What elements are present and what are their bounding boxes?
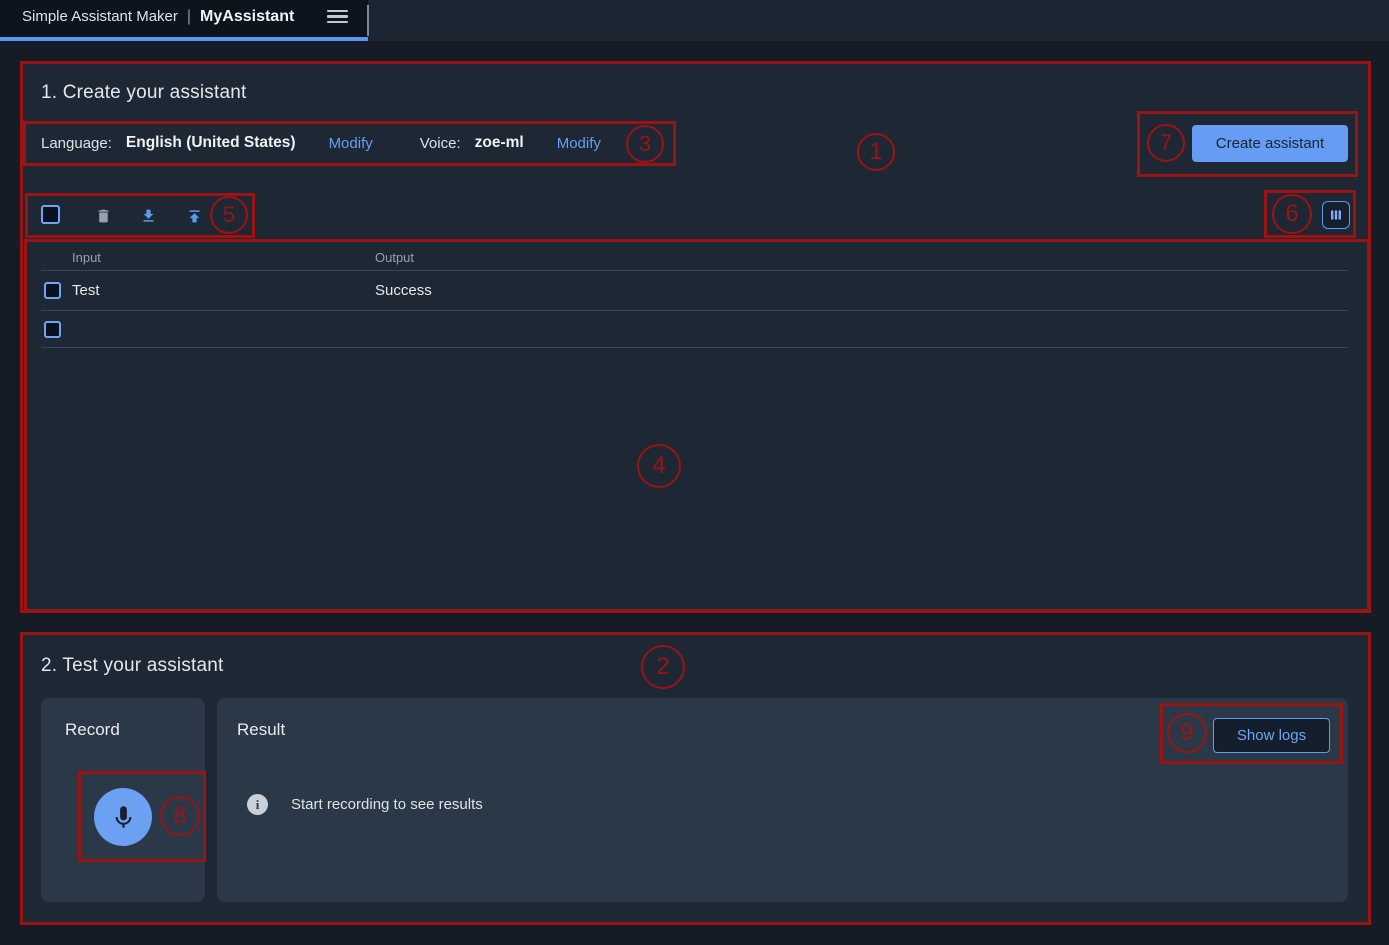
result-panel-title: Result	[237, 720, 285, 740]
result-panel: Result i Start recording to see results …	[217, 698, 1348, 902]
cell-input[interactable]: Test	[72, 282, 375, 299]
info-icon: i	[247, 794, 268, 815]
language-value: English (United States)	[126, 134, 296, 152]
row-checkbox[interactable]	[44, 321, 61, 338]
column-header-output: Output	[375, 250, 1348, 265]
voice-value: zoe-ml	[475, 134, 524, 152]
table-row-empty[interactable]	[41, 311, 1348, 348]
voice-label: Voice:	[420, 135, 461, 152]
table-header-row: Input Output	[41, 244, 1348, 271]
language-label: Language:	[41, 135, 112, 152]
trash-icon[interactable]	[95, 207, 112, 225]
test-assistant-section: 2. Test your assistant Record Result i S…	[21, 633, 1371, 925]
show-logs-button[interactable]: Show logs	[1213, 718, 1330, 753]
examples-table: Input Output Test Success	[41, 244, 1348, 348]
app-title: Simple Assistant Maker	[22, 8, 178, 25]
topbar: Simple Assistant Maker | MyAssistant	[0, 0, 1389, 41]
column-header-input: Input	[72, 250, 375, 265]
select-all-checkbox[interactable]	[41, 205, 60, 224]
section-1-title: 1. Create your assistant	[41, 82, 246, 104]
hamburger-menu-icon[interactable]	[327, 10, 348, 24]
create-assistant-button[interactable]: Create assistant	[1192, 125, 1348, 162]
microphone-icon	[110, 804, 137, 831]
result-empty-message: Start recording to see results	[291, 796, 483, 813]
columns-icon	[1328, 207, 1344, 223]
active-tab[interactable]: Simple Assistant Maker | MyAssistant	[0, 0, 368, 41]
upload-icon[interactable]	[186, 207, 203, 225]
language-voice-row: Language: English (United States) Modify…	[21, 120, 1371, 166]
section-2-title: 2. Test your assistant	[41, 655, 224, 677]
result-empty-state: i Start recording to see results	[247, 794, 483, 815]
title-separator: |	[187, 8, 191, 26]
columns-button[interactable]	[1322, 201, 1350, 229]
table-row[interactable]: Test Success	[41, 271, 1348, 311]
record-panel-title: Record	[65, 720, 120, 740]
assistant-name: MyAssistant	[200, 8, 294, 26]
record-panel: Record	[41, 698, 205, 902]
row-checkbox[interactable]	[44, 282, 61, 299]
create-assistant-section: 1. Create your assistant Language: Engli…	[21, 62, 1371, 612]
download-icon[interactable]	[140, 207, 157, 225]
tab-divider	[367, 5, 369, 36]
cell-output[interactable]: Success	[375, 282, 1348, 299]
record-button[interactable]	[94, 788, 152, 846]
voice-modify-link[interactable]: Modify	[557, 135, 601, 152]
language-modify-link[interactable]: Modify	[329, 135, 373, 152]
table-toolbar	[21, 193, 1371, 239]
